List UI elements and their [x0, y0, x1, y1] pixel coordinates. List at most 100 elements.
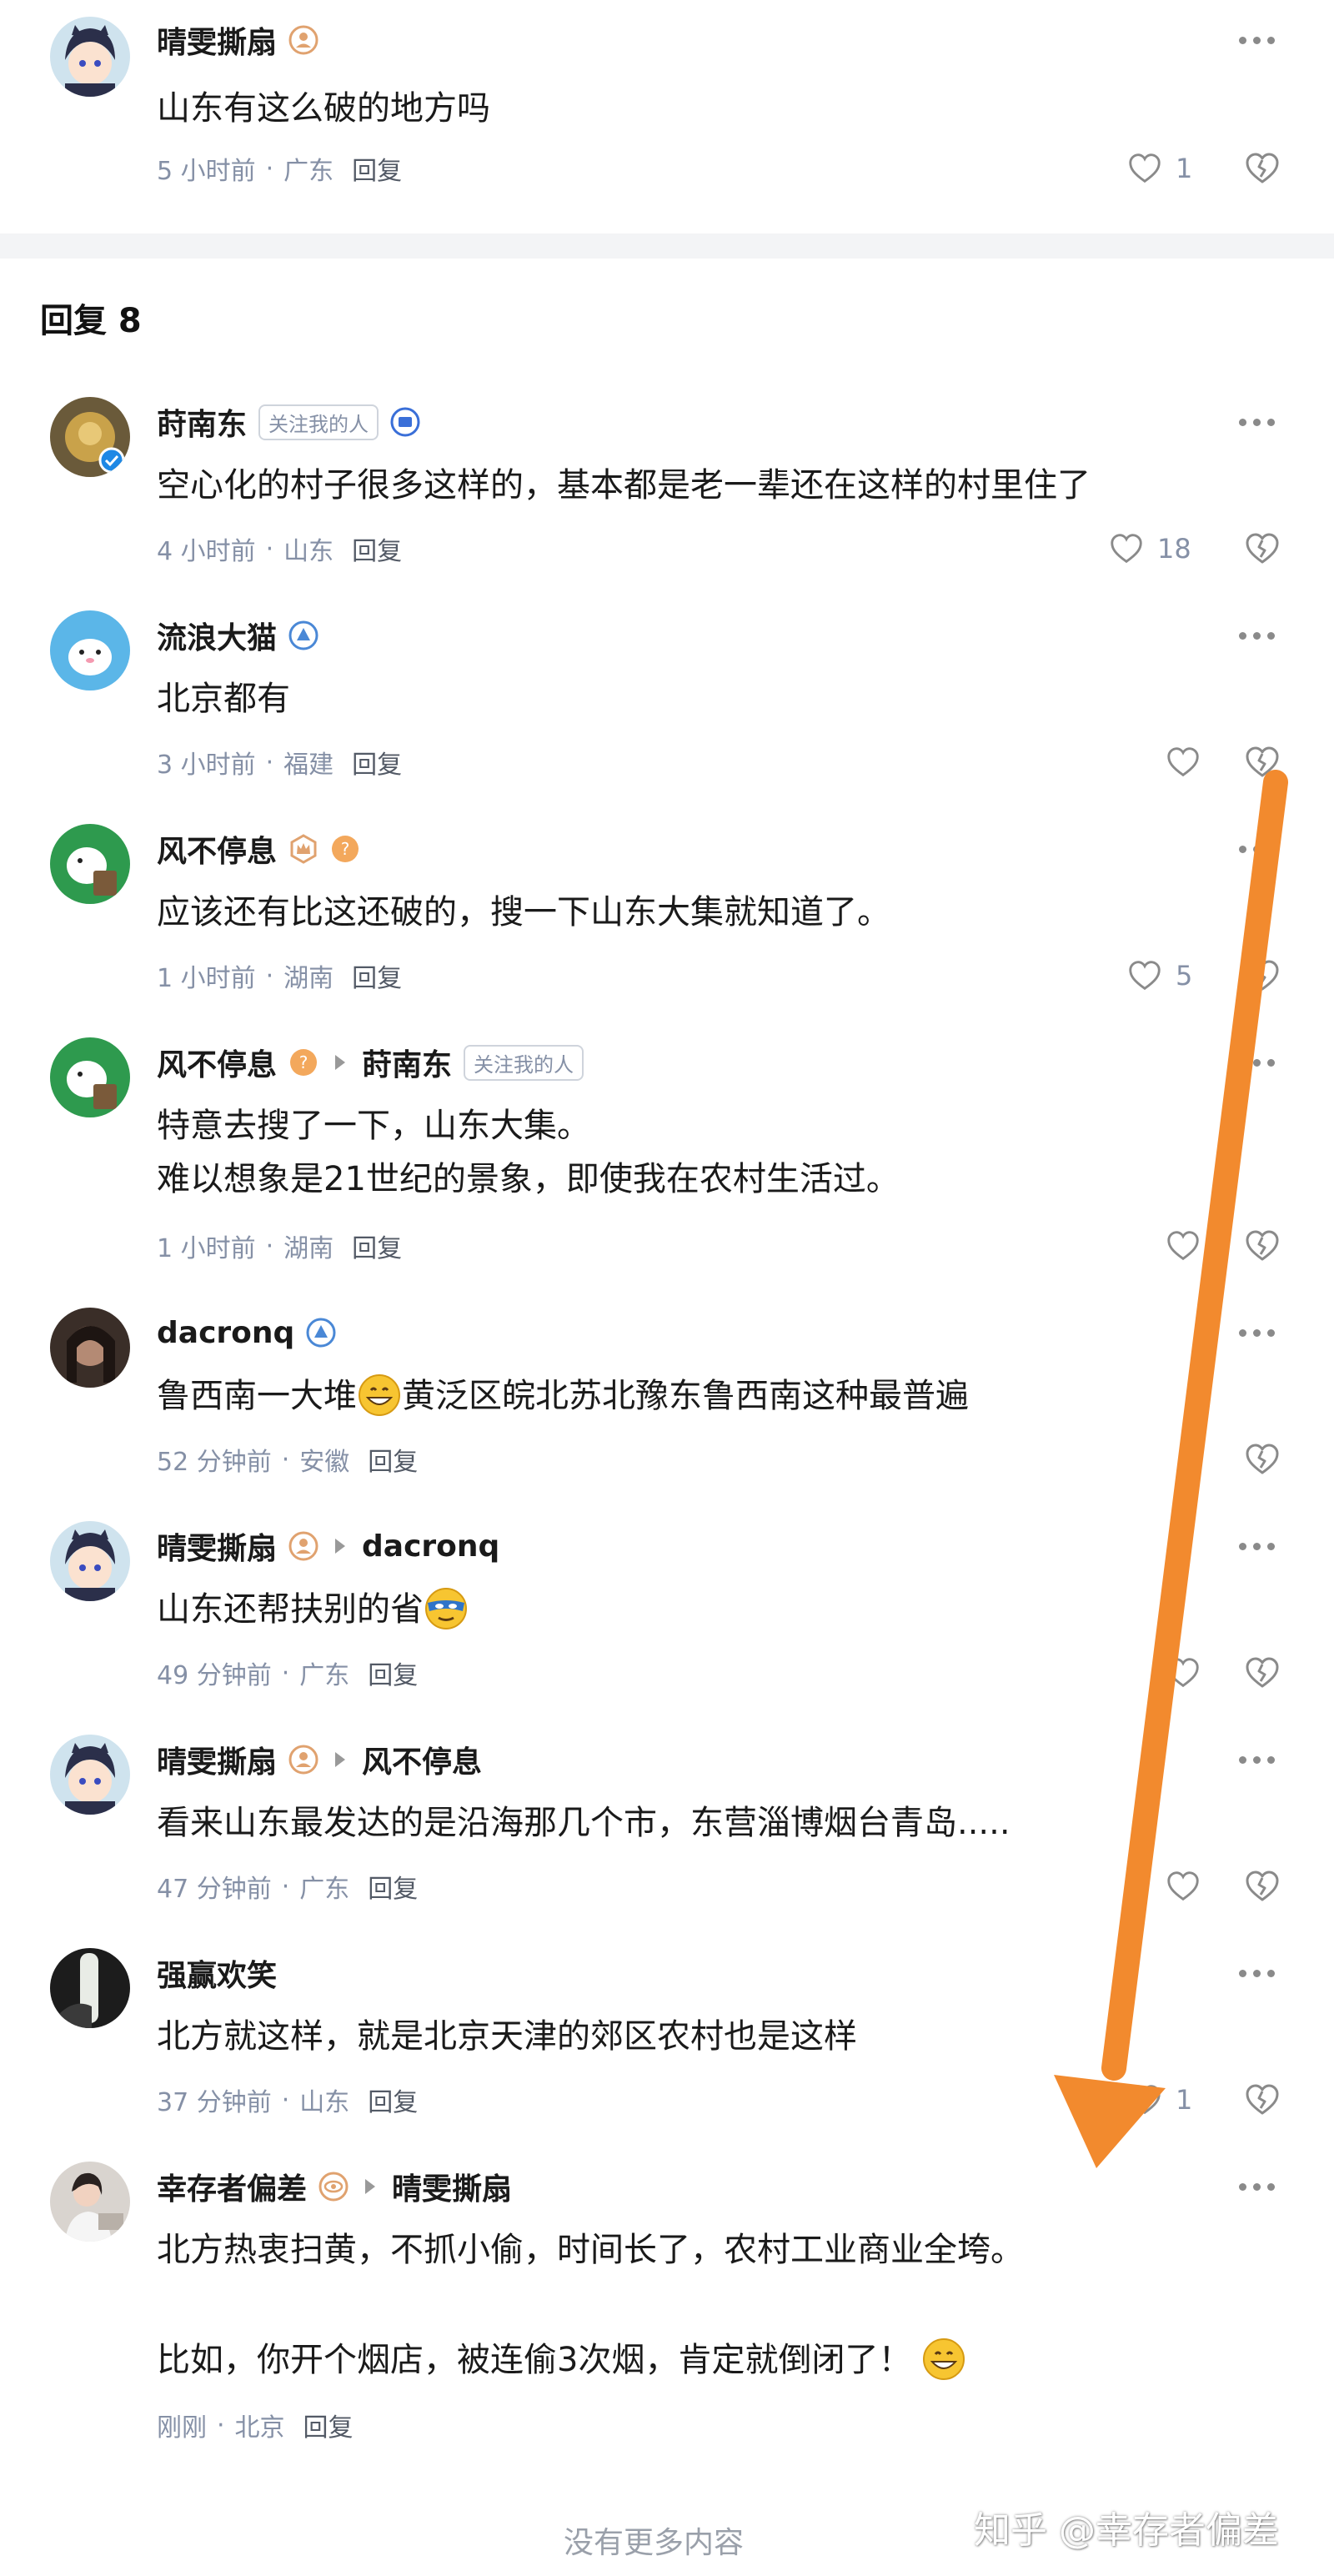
- comment-time: 1 小时前: [157, 964, 256, 993]
- author-name[interactable]: 晴雯撕扇: [157, 18, 277, 62]
- author-name[interactable]: dacronq: [157, 1316, 294, 1350]
- broken-heart-icon: [1246, 746, 1279, 777]
- dislike-button[interactable]: [1242, 1653, 1282, 1693]
- more-icon[interactable]: [1239, 1316, 1275, 1349]
- more-icon[interactable]: [1239, 1743, 1275, 1776]
- dislike-button[interactable]: [1242, 742, 1282, 782]
- author-row: 晴雯撕扇 风不停息: [157, 1736, 482, 1783]
- comment-time: 1 小时前: [157, 1234, 256, 1263]
- author-name[interactable]: 风不停息: [157, 1041, 277, 1084]
- avatar[interactable]: [50, 1308, 130, 1388]
- reply-button[interactable]: 回复: [352, 150, 402, 187]
- avatar[interactable]: [50, 17, 130, 97]
- comment-meta: 5 小时前 · 广东 回复: [157, 150, 402, 187]
- heart-icon: [1167, 1871, 1199, 1901]
- more-icon[interactable]: [1239, 1046, 1275, 1079]
- avatar[interactable]: [50, 397, 130, 477]
- like-count: 5: [1176, 960, 1193, 992]
- avatar[interactable]: [50, 1521, 130, 1601]
- dislike-button[interactable]: [1242, 529, 1282, 569]
- author-name[interactable]: 流浪大猫: [157, 614, 277, 657]
- like-count: 1: [1176, 153, 1193, 184]
- reply-button[interactable]: 回复: [352, 1228, 402, 1264]
- comment-line-with-emoji: 比如，你开个烟店，被连偷3次烟，肯定就倒闭了！: [157, 2333, 1299, 2387]
- author-name[interactable]: 幸存者偏差: [157, 2165, 307, 2208]
- comment-location: 福建: [283, 751, 334, 780]
- comment-meta: 4 小时前 · 山东 回复: [157, 530, 402, 567]
- comment-time: 4 小时前: [157, 537, 256, 566]
- separator: ·: [265, 1231, 274, 1261]
- comment-meta: 52 分钟前 · 安徽 回复: [157, 1441, 418, 1478]
- comment-text-part: 比如，你开个烟店，被连偷3次烟，肯定就倒闭了！: [157, 2341, 912, 2379]
- like-count: 1: [1176, 2084, 1193, 2116]
- like-count: 18: [1157, 533, 1191, 565]
- heart-icon: [1129, 961, 1161, 991]
- more-icon[interactable]: [1239, 832, 1275, 866]
- dislike-button[interactable]: [1242, 956, 1282, 996]
- reply-button[interactable]: 回复: [352, 530, 402, 567]
- dislike-button[interactable]: [1242, 148, 1282, 188]
- reply-button[interactable]: 回复: [368, 1868, 418, 1905]
- follower-tag: 关注我的人: [464, 1044, 584, 1081]
- replies-header: 回复 8: [40, 302, 142, 340]
- more-icon[interactable]: [1239, 1529, 1275, 1563]
- avatar-image: [50, 610, 130, 690]
- comment-text-part: 黄泛区皖北苏北豫东鲁西南这种最普遍: [402, 1377, 969, 1415]
- reply-button[interactable]: 回复: [303, 2407, 354, 2443]
- like-button[interactable]: [1164, 1653, 1202, 1693]
- author-row: dacronq: [157, 1309, 336, 1356]
- end-of-list-text: 没有更多内容: [564, 2526, 745, 2560]
- author-name[interactable]: 强赢欢笑: [157, 1951, 277, 1995]
- comment-meta: 49 分钟前 · 广东 回复: [157, 1655, 418, 1691]
- like-button[interactable]: 5: [1126, 956, 1192, 996]
- more-icon[interactable]: [1239, 23, 1275, 57]
- like-button[interactable]: 1: [1126, 2080, 1192, 2120]
- like-button[interactable]: 18: [1107, 529, 1191, 569]
- author-row: 风不停息 ? 莳南东 关注我的人: [157, 1039, 584, 1086]
- comment-meta: 47 分钟前 · 广东 回复: [157, 1868, 418, 1905]
- more-icon[interactable]: [1239, 405, 1275, 439]
- avatar[interactable]: [50, 1948, 130, 2028]
- comment-location: 湖南: [283, 1234, 334, 1263]
- dislike-button[interactable]: [1242, 2080, 1282, 2120]
- heart-icon: [1129, 153, 1161, 183]
- dislike-button[interactable]: [1242, 1439, 1282, 1479]
- separator: ·: [265, 534, 274, 564]
- avatar[interactable]: [50, 1735, 130, 1815]
- reply-button[interactable]: 回复: [368, 2081, 418, 2118]
- like-button[interactable]: [1164, 1866, 1202, 1906]
- reply-button[interactable]: 回复: [352, 957, 402, 994]
- like-button[interactable]: [1164, 742, 1202, 782]
- avatar-image: [50, 1308, 130, 1388]
- avatar[interactable]: [50, 610, 130, 690]
- dislike-button[interactable]: [1242, 1866, 1282, 1906]
- reply-arrow-icon: [335, 1752, 346, 1767]
- comment-text-part: 山东还帮扶别的省: [157, 1590, 424, 1629]
- reply-to-name[interactable]: 晴雯撕扇: [392, 2165, 512, 2208]
- avatar[interactable]: [50, 824, 130, 904]
- svg-text:?: ?: [341, 839, 350, 859]
- reply-button[interactable]: 回复: [368, 1441, 418, 1478]
- more-icon[interactable]: [1239, 2170, 1275, 2203]
- reply-to-name[interactable]: 莳南东: [362, 1041, 452, 1084]
- author-name[interactable]: 莳南东: [157, 400, 247, 444]
- avatar-image: [50, 1521, 130, 1601]
- dislike-button[interactable]: [1242, 1226, 1282, 1266]
- eye-badge-icon: [318, 2172, 349, 2202]
- like-button[interactable]: 1: [1126, 148, 1192, 188]
- broken-heart-icon: [1246, 1657, 1279, 1688]
- reply-to-name[interactable]: dacronq: [362, 1529, 499, 1564]
- reply-button[interactable]: 回复: [352, 744, 402, 781]
- avatar[interactable]: [50, 1037, 130, 1117]
- more-icon[interactable]: [1239, 619, 1275, 652]
- author-name[interactable]: 风不停息: [157, 827, 277, 871]
- reply-button[interactable]: 回复: [368, 1655, 418, 1691]
- author-row: 晴雯撕扇: [157, 17, 318, 63]
- author-name[interactable]: 晴雯撕扇: [157, 1524, 277, 1568]
- avatar[interactable]: [50, 2162, 130, 2242]
- more-icon[interactable]: [1239, 1956, 1275, 1990]
- author-name[interactable]: 晴雯撕扇: [157, 1738, 277, 1781]
- comment-text: 北京都有: [157, 680, 290, 718]
- like-button[interactable]: [1164, 1226, 1202, 1266]
- reply-to-name[interactable]: 风不停息: [362, 1738, 482, 1781]
